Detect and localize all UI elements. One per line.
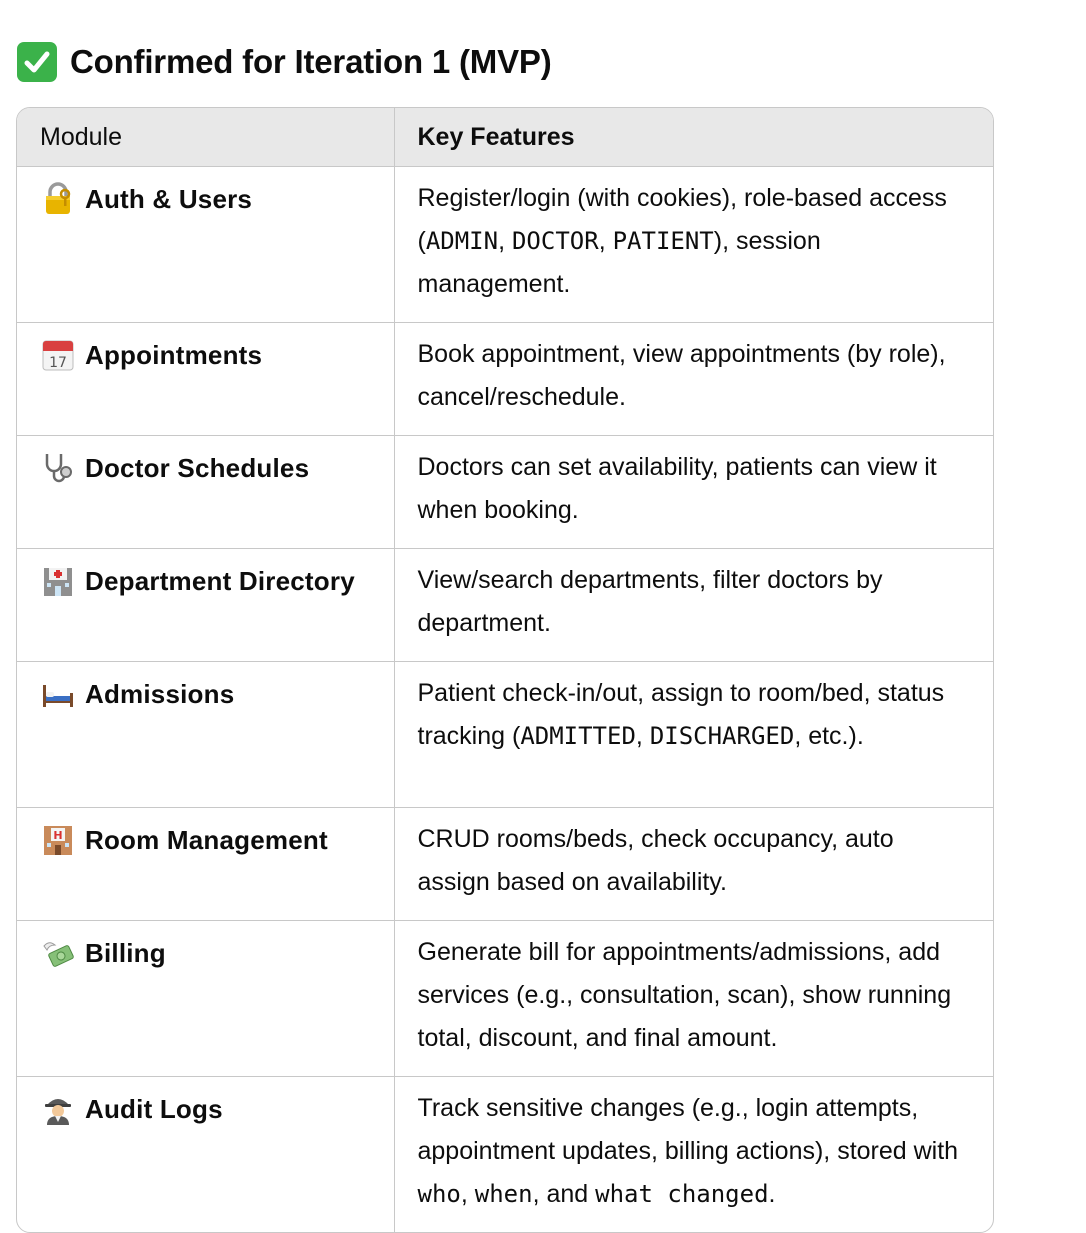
table-row: Department Directory View/search departm… xyxy=(17,548,993,662)
feature-text: , and xyxy=(532,1180,596,1208)
features-cell: Track sensitive changes (e.g., login att… xyxy=(393,1076,993,1232)
module-cell: Billing xyxy=(17,920,394,1077)
role-code: PATIENT xyxy=(612,227,714,255)
table-header-row: Module Key Features xyxy=(17,108,993,167)
role-code: ADMIN xyxy=(425,227,499,255)
module-cell: H Room Management xyxy=(17,807,394,921)
feature-text: , xyxy=(598,227,613,255)
feature-text: Book appointment, view appointments (by … xyxy=(417,340,946,411)
table-row: 17 Appointments Book appointment, view a… xyxy=(17,322,993,436)
features-cell: CRUD rooms/beds, check occupancy, auto a… xyxy=(393,807,993,921)
feature-text: CRUD rooms/beds, check occupancy, auto a… xyxy=(417,825,894,896)
table-row: Doctor Schedules Doctors can set availab… xyxy=(17,435,993,549)
module-name: Auth & Users xyxy=(85,183,253,214)
svg-text:17: 17 xyxy=(49,355,67,371)
table-row: Auth & Users Register/login (with cookie… xyxy=(17,166,993,323)
feature-text: Generate bill for appointments/admission… xyxy=(417,938,952,1052)
page-title: Confirmed for Iteration 1 (MVP) xyxy=(70,43,552,80)
hotel-icon: H xyxy=(41,823,75,857)
table-row: Admissions Patient check-in/out, assign … xyxy=(17,661,993,808)
module-name: Room Management xyxy=(85,824,328,855)
module-cell: Department Directory xyxy=(17,548,394,662)
status-code: DISCHARGED xyxy=(649,722,795,750)
feature-text: , xyxy=(498,227,512,255)
table-row: Audit Logs Track sensitive changes (e.g.… xyxy=(17,1076,993,1233)
features-cell: Book appointment, view appointments (by … xyxy=(393,322,993,436)
feature-text: View/search departments, filter doctors … xyxy=(417,566,883,637)
inline-code: who xyxy=(417,1180,461,1208)
feature-text: . xyxy=(768,1180,776,1208)
table-row: Billing Generate bill for appointments/a… xyxy=(17,920,993,1077)
status-code: ADMITTED xyxy=(520,722,636,750)
page-heading: Confirmed for Iteration 1 (MVP) xyxy=(17,40,552,84)
module-cell: Audit Logs xyxy=(17,1077,394,1233)
check-mark-button-icon xyxy=(17,42,57,82)
module-name: Audit Logs xyxy=(85,1093,223,1124)
features-cell: Register/login (with cookies), role-base… xyxy=(393,166,993,323)
table-row: H Room Management CRUD rooms/beds, check… xyxy=(17,807,993,921)
feature-text: Doctors can set availability, patients c… xyxy=(417,453,937,524)
features-cell: Generate bill for appointments/admission… xyxy=(393,920,993,1077)
bed-icon xyxy=(41,677,75,711)
column-header-key-features: Key Features xyxy=(393,108,993,167)
column-header-module: Module xyxy=(17,108,394,167)
inline-code: what changed xyxy=(595,1180,769,1208)
module-name: Admissions xyxy=(85,678,235,709)
module-name: Doctor Schedules xyxy=(85,452,310,483)
module-cell: Admissions xyxy=(17,661,394,808)
role-code: DOCTOR xyxy=(511,227,599,255)
features-cell: Patient check-in/out, assign to room/bed… xyxy=(393,661,993,808)
module-cell: Auth & Users xyxy=(17,166,394,323)
features-table: Module Key Features Auth & Users Registe… xyxy=(16,107,994,1233)
module-name: Billing xyxy=(85,937,166,968)
module-name: Department Directory xyxy=(85,565,355,596)
detective-icon xyxy=(41,1092,75,1126)
module-cell: Doctor Schedules xyxy=(17,435,394,549)
feature-text: , xyxy=(460,1180,475,1208)
svg-text:H: H xyxy=(53,829,62,842)
calendar-icon: 17 xyxy=(41,338,75,372)
module-name: Appointments xyxy=(85,339,263,370)
feature-text: , etc.). xyxy=(794,722,864,750)
inline-code: when xyxy=(474,1180,533,1208)
feature-text: Track sensitive changes (e.g., login att… xyxy=(417,1094,959,1165)
module-cell: 17 Appointments xyxy=(17,322,394,436)
stethoscope-icon xyxy=(41,451,75,485)
feature-text: , xyxy=(635,722,650,750)
money-with-wings-icon xyxy=(41,936,75,970)
features-cell: Doctors can set availability, patients c… xyxy=(393,435,993,549)
features-cell: View/search departments, filter doctors … xyxy=(393,548,993,662)
locked-with-key-icon xyxy=(41,182,75,216)
hospital-icon xyxy=(41,564,75,598)
